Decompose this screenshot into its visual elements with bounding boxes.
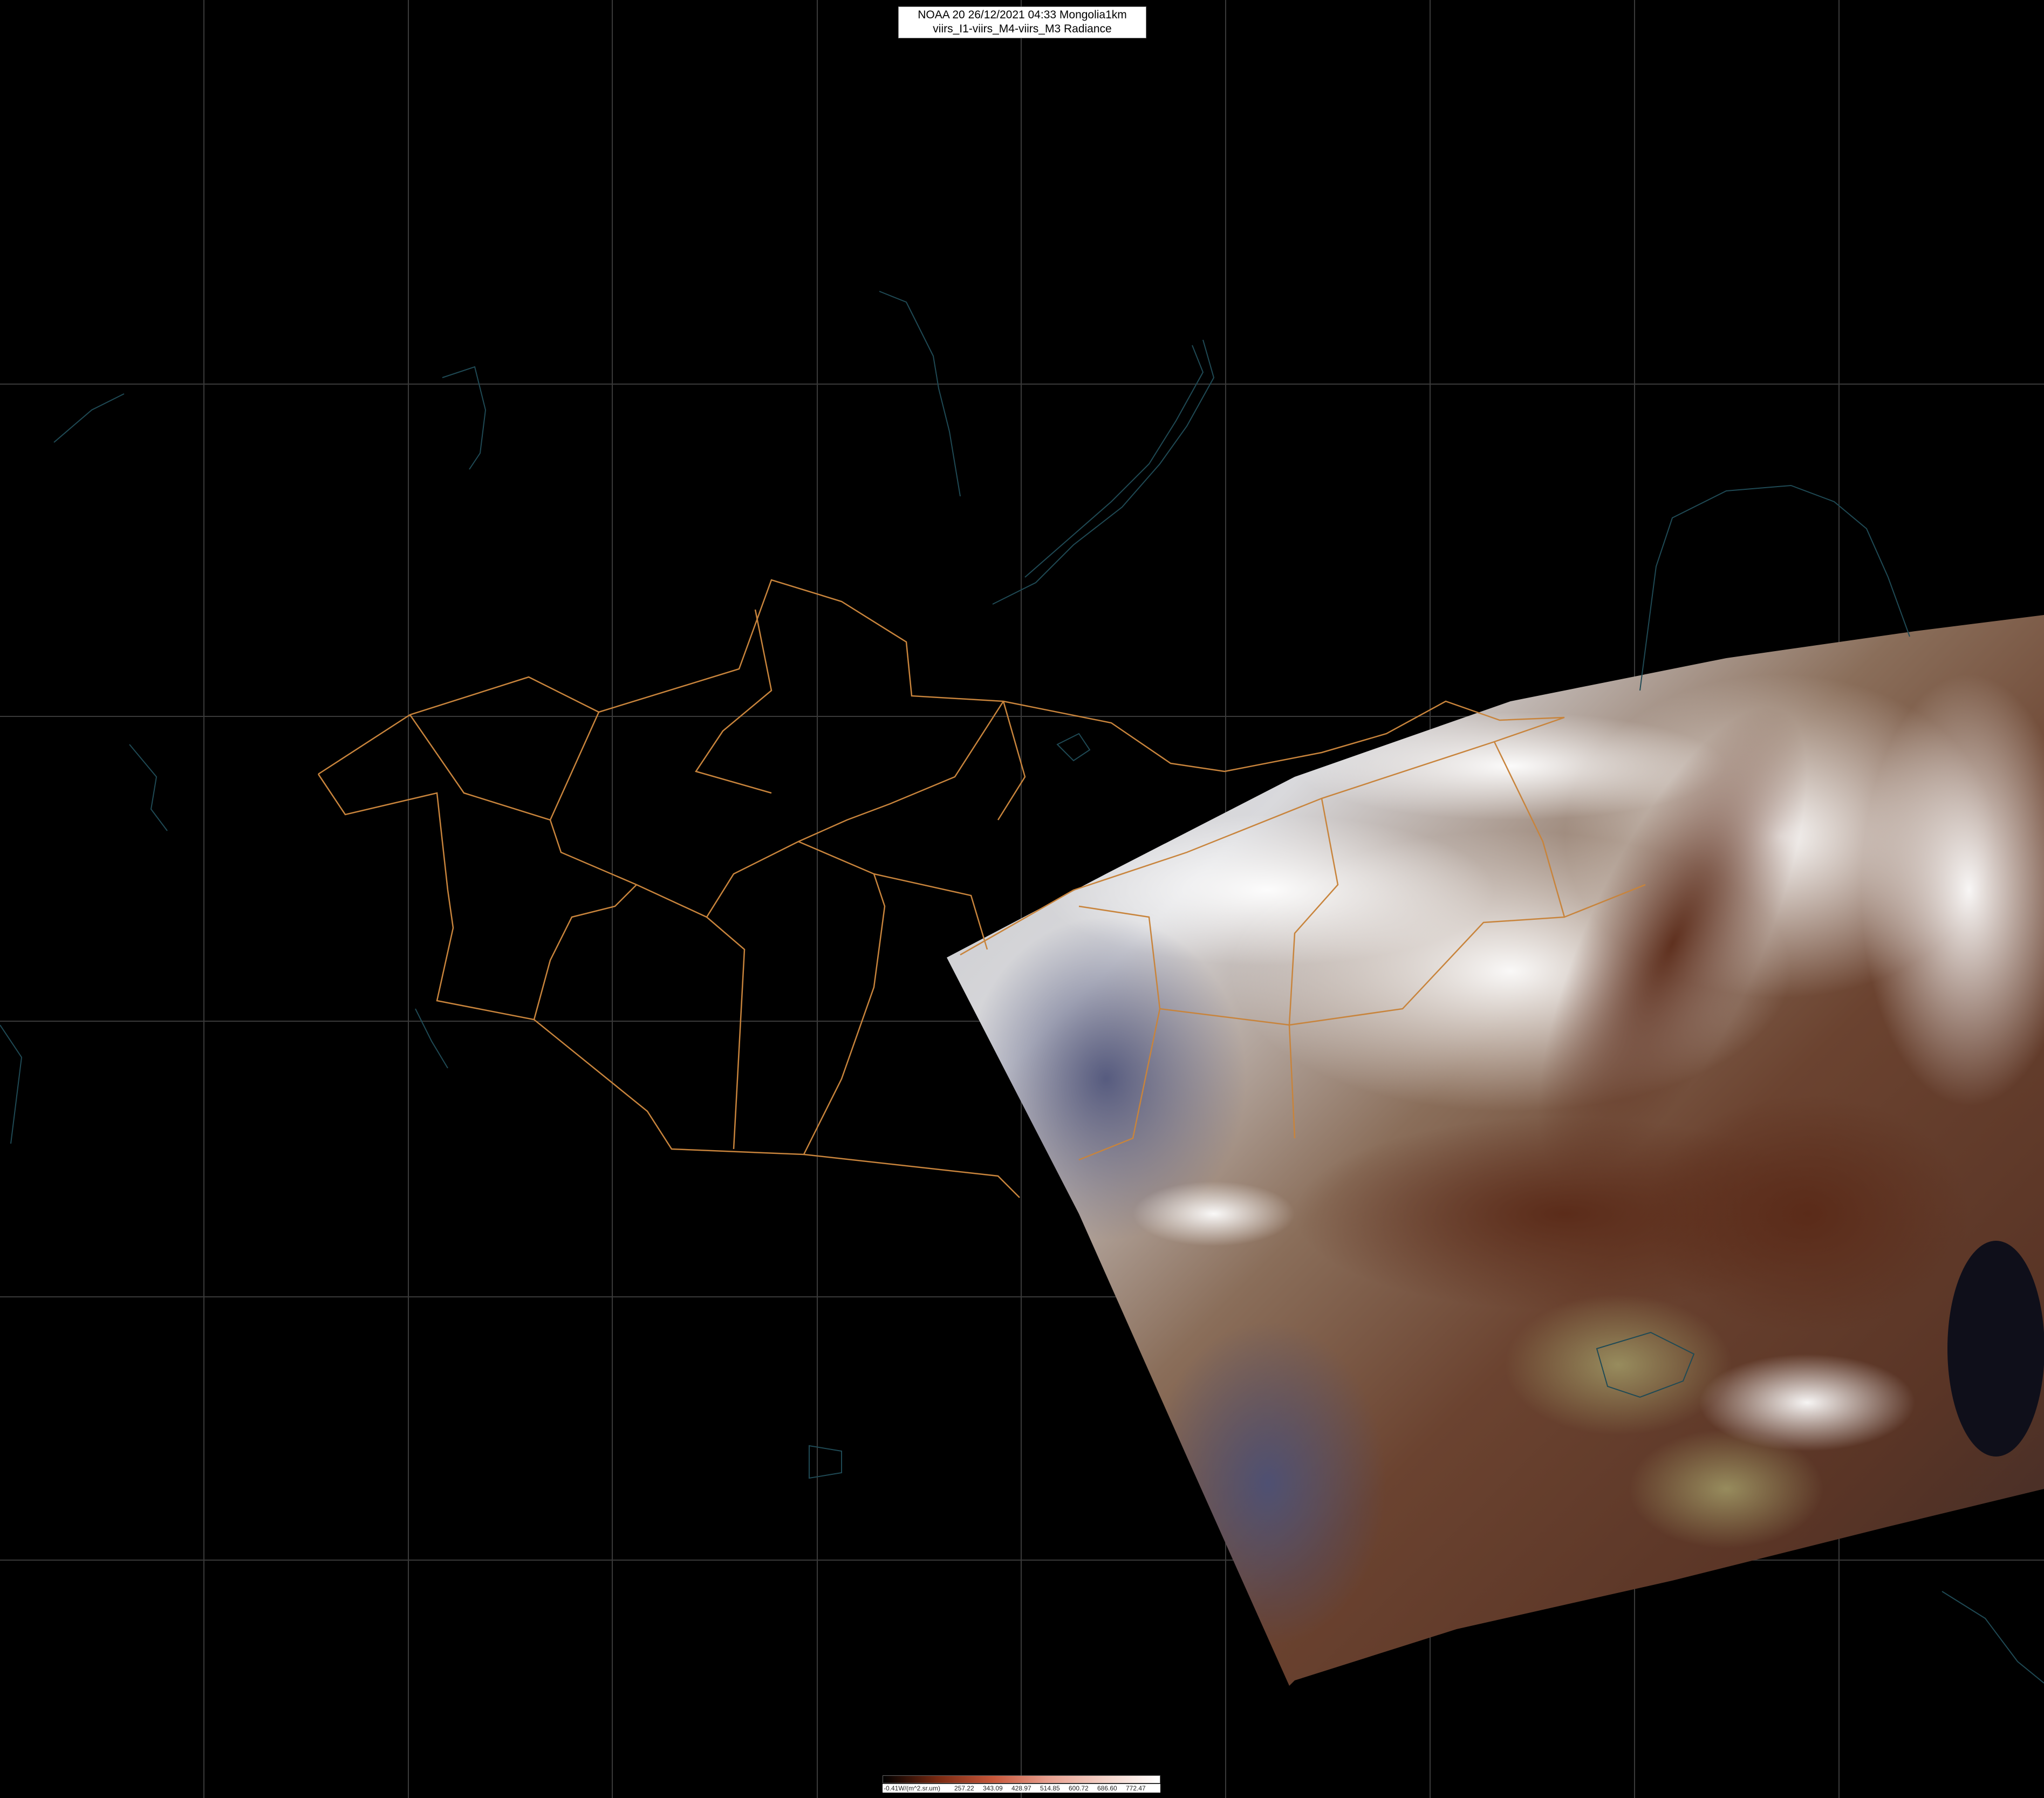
legend-labels: -0.41W/(m^2.sr.um) 257.22 343.09 428.97 …	[883, 1784, 1160, 1793]
color-legend: -0.41W/(m^2.sr.um) 257.22 343.09 428.97 …	[883, 1775, 1160, 1794]
legend-tick: 257.22	[954, 1785, 974, 1792]
legend-tick: 343.09	[983, 1785, 1003, 1792]
title-line-1: NOAA 20 26/12/2021 04:33 Mongolia1km	[918, 9, 1127, 21]
map-title: NOAA 20 26/12/2021 04:33 Mongolia1km vii…	[898, 6, 1146, 38]
legend-colorbar	[883, 1775, 1160, 1783]
legend-unit-label: -0.41W/(m^2.sr.um)	[884, 1785, 940, 1792]
legend-tick: 686.60	[1097, 1785, 1117, 1792]
legend-tick: 600.72	[1069, 1785, 1089, 1792]
title-line-2: viirs_I1-viirs_M4-viirs_M3 Radiance	[933, 23, 1112, 35]
legend-tick: 514.85	[1040, 1785, 1060, 1792]
legend-tick: 428.97	[1011, 1785, 1031, 1792]
satellite-map	[0, 0, 2044, 1798]
satellite-swath	[947, 615, 2044, 1686]
legend-tick: 772.47	[1126, 1785, 1146, 1792]
